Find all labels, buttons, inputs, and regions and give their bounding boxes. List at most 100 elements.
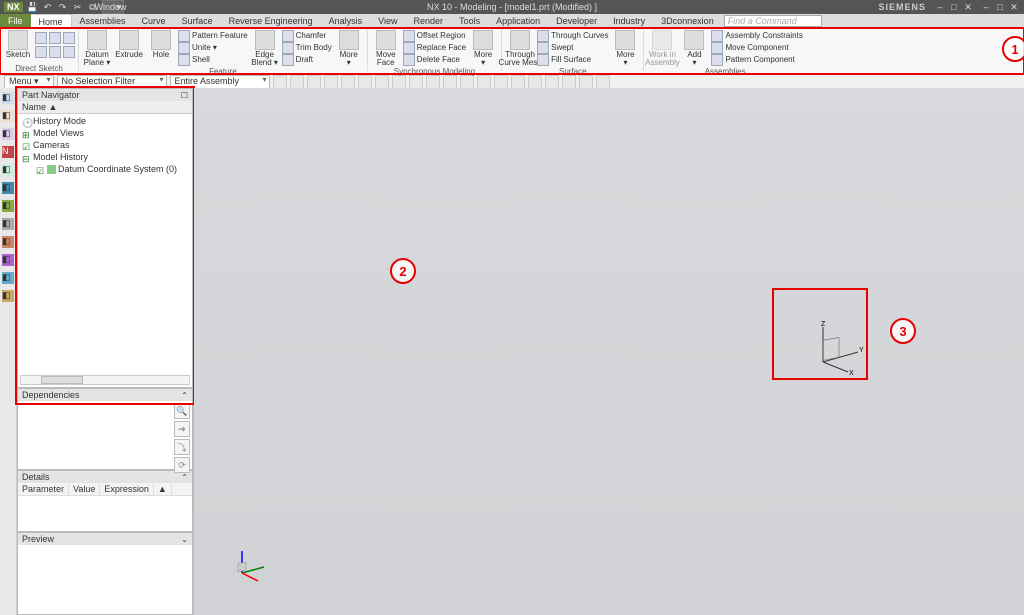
tab-assemblies[interactable]: Assemblies bbox=[72, 14, 134, 28]
tab-surface[interactable]: Surface bbox=[174, 14, 221, 28]
tab-icon[interactable]: N bbox=[2, 146, 14, 158]
panel-menu-icon[interactable]: ☐ bbox=[181, 91, 188, 100]
collapse-icon[interactable]: ⌃ bbox=[181, 391, 188, 400]
assembly-filter-dropdown[interactable]: Entire Assembly bbox=[170, 75, 270, 89]
tab-icon[interactable]: ◧ bbox=[2, 236, 14, 248]
fill-surface-button[interactable]: Fill Surface bbox=[537, 54, 608, 66]
sketch-button[interactable]: Sketch bbox=[3, 30, 33, 59]
move-face-button[interactable]: Move Face bbox=[371, 30, 401, 67]
point-icon[interactable] bbox=[49, 46, 61, 58]
tab-icon[interactable]: ◧ bbox=[2, 254, 14, 266]
unite-button[interactable]: Unite ▾ bbox=[178, 42, 248, 54]
hole-button[interactable]: Hole bbox=[146, 30, 176, 59]
child-minimize-icon[interactable]: – bbox=[980, 2, 992, 12]
pattern-component-button[interactable]: Pattern Component bbox=[711, 54, 802, 66]
selection-filter-dropdown[interactable]: No Selection Filter bbox=[57, 75, 167, 89]
undo-icon[interactable]: ↶ bbox=[42, 1, 54, 13]
surface-more-button[interactable]: More ▾ bbox=[610, 30, 640, 67]
save-icon[interactable]: 💾 bbox=[27, 1, 39, 13]
pattern-feature-button[interactable]: Pattern Feature bbox=[178, 30, 248, 42]
nav-item-model-history[interactable]: ⊟Model History bbox=[22, 151, 192, 163]
find-command-input[interactable]: Find a Command bbox=[724, 15, 822, 27]
tab-file[interactable]: File bbox=[0, 14, 31, 28]
datum-csys-triad[interactable]: Z Y X bbox=[813, 322, 863, 374]
tool-icon[interactable] bbox=[392, 75, 406, 89]
rect-icon[interactable] bbox=[63, 32, 75, 44]
col-value[interactable]: Value bbox=[69, 483, 100, 495]
nav-item-datum-csys[interactable]: ☑Datum Coordinate System (0) bbox=[22, 163, 192, 175]
tool-icon[interactable] bbox=[409, 75, 423, 89]
datum-plane-button[interactable]: Datum Plane ▾ bbox=[82, 30, 112, 67]
tab-home[interactable]: Home bbox=[31, 14, 72, 28]
tool-icon[interactable] bbox=[596, 75, 610, 89]
add-component-button[interactable]: Add ▾ bbox=[679, 30, 709, 67]
redo-icon[interactable]: ↷ bbox=[57, 1, 69, 13]
tab-analysis[interactable]: Analysis bbox=[321, 14, 371, 28]
tab-icon[interactable]: ◧ bbox=[2, 182, 14, 194]
child-restore-icon[interactable]: □ bbox=[994, 2, 1006, 12]
tab-application[interactable]: Application bbox=[488, 14, 548, 28]
tool-icon[interactable] bbox=[341, 75, 355, 89]
tool-icon[interactable] bbox=[324, 75, 338, 89]
col-expression[interactable]: Expression bbox=[100, 483, 154, 495]
move-component-button[interactable]: Move Component bbox=[711, 42, 802, 54]
arc-icon[interactable] bbox=[35, 46, 47, 58]
tab-icon[interactable]: ◧ bbox=[2, 200, 14, 212]
replace-face-button[interactable]: Replace Face bbox=[403, 42, 466, 54]
tab-icon[interactable]: ◧ bbox=[2, 290, 14, 302]
tab-reverse[interactable]: Reverse Engineering bbox=[221, 14, 321, 28]
tab-view[interactable]: View bbox=[370, 14, 405, 28]
through-curves-button[interactable]: Through Curves bbox=[537, 30, 608, 42]
nav-item-history-mode[interactable]: 🕑History Mode bbox=[22, 115, 192, 127]
nav-item-cameras[interactable]: ☑Cameras bbox=[22, 139, 192, 151]
horizontal-scrollbar[interactable] bbox=[20, 375, 190, 385]
tab-icon[interactable]: ◧ bbox=[2, 218, 14, 230]
tab-icon[interactable]: ◧ bbox=[2, 128, 14, 140]
tool-icon[interactable] bbox=[273, 75, 287, 89]
through-curve-mesh-button[interactable]: Through Curve Mesh bbox=[505, 30, 535, 67]
tool-icon[interactable] bbox=[426, 75, 440, 89]
tool-icon[interactable] bbox=[358, 75, 372, 89]
close-icon[interactable]: ✕ bbox=[962, 2, 974, 12]
col-sort[interactable]: ▲ bbox=[154, 483, 172, 495]
circle-icon[interactable] bbox=[49, 32, 61, 44]
shell-button[interactable]: Shell bbox=[178, 54, 248, 66]
arrow-down-icon[interactable]: ⤵ bbox=[174, 439, 190, 455]
tab-tools[interactable]: Tools bbox=[451, 14, 488, 28]
collapse-icon[interactable]: ⌄ bbox=[181, 535, 188, 544]
tool-icon[interactable] bbox=[443, 75, 457, 89]
menu-dropdown[interactable]: Menu ▾ bbox=[4, 75, 54, 89]
tool-icon[interactable] bbox=[290, 75, 304, 89]
tool-icon[interactable] bbox=[579, 75, 593, 89]
tool-icon[interactable] bbox=[477, 75, 491, 89]
offset-region-button[interactable]: Offset Region bbox=[403, 30, 466, 42]
tab-icon[interactable]: ◧ bbox=[2, 272, 14, 284]
feature-more-button[interactable]: More ▾ bbox=[334, 30, 364, 67]
tab-3dconnexion[interactable]: 3Dconnexion bbox=[653, 14, 722, 28]
tool-icon[interactable] bbox=[307, 75, 321, 89]
tool-icon[interactable] bbox=[460, 75, 474, 89]
child-close-icon[interactable]: ✕ bbox=[1008, 2, 1020, 12]
draft-button[interactable]: Draft bbox=[282, 54, 332, 66]
minimize-icon[interactable]: – bbox=[934, 2, 946, 12]
tool-icon[interactable] bbox=[511, 75, 525, 89]
search-icon[interactable]: 🔍 bbox=[174, 403, 190, 419]
restore-icon[interactable]: □ bbox=[948, 2, 960, 12]
col-parameter[interactable]: Parameter bbox=[18, 483, 69, 495]
tool-icon[interactable] bbox=[494, 75, 508, 89]
tab-render[interactable]: Render bbox=[406, 14, 452, 28]
tool-icon[interactable] bbox=[545, 75, 559, 89]
tab-industry[interactable]: Industry bbox=[605, 14, 653, 28]
tab-curve[interactable]: Curve bbox=[134, 14, 174, 28]
tool-icon[interactable] bbox=[562, 75, 576, 89]
window-menu[interactable]: Window ▾ bbox=[102, 0, 125, 14]
nav-tree[interactable]: 🕑History Mode ⊞Model Views ☑Cameras ⊟Mod… bbox=[18, 114, 192, 175]
nav-item-model-views[interactable]: ⊞Model Views bbox=[22, 127, 192, 139]
tab-icon[interactable]: ◧ bbox=[2, 164, 14, 176]
assembly-constraints-button[interactable]: Assembly Constraints bbox=[711, 30, 802, 42]
tool-icon[interactable] bbox=[528, 75, 542, 89]
arrow-right-icon[interactable]: ➔ bbox=[174, 421, 190, 437]
sync-more-button[interactable]: More ▾ bbox=[468, 30, 498, 67]
tab-developer[interactable]: Developer bbox=[548, 14, 605, 28]
line-icon[interactable] bbox=[35, 32, 47, 44]
